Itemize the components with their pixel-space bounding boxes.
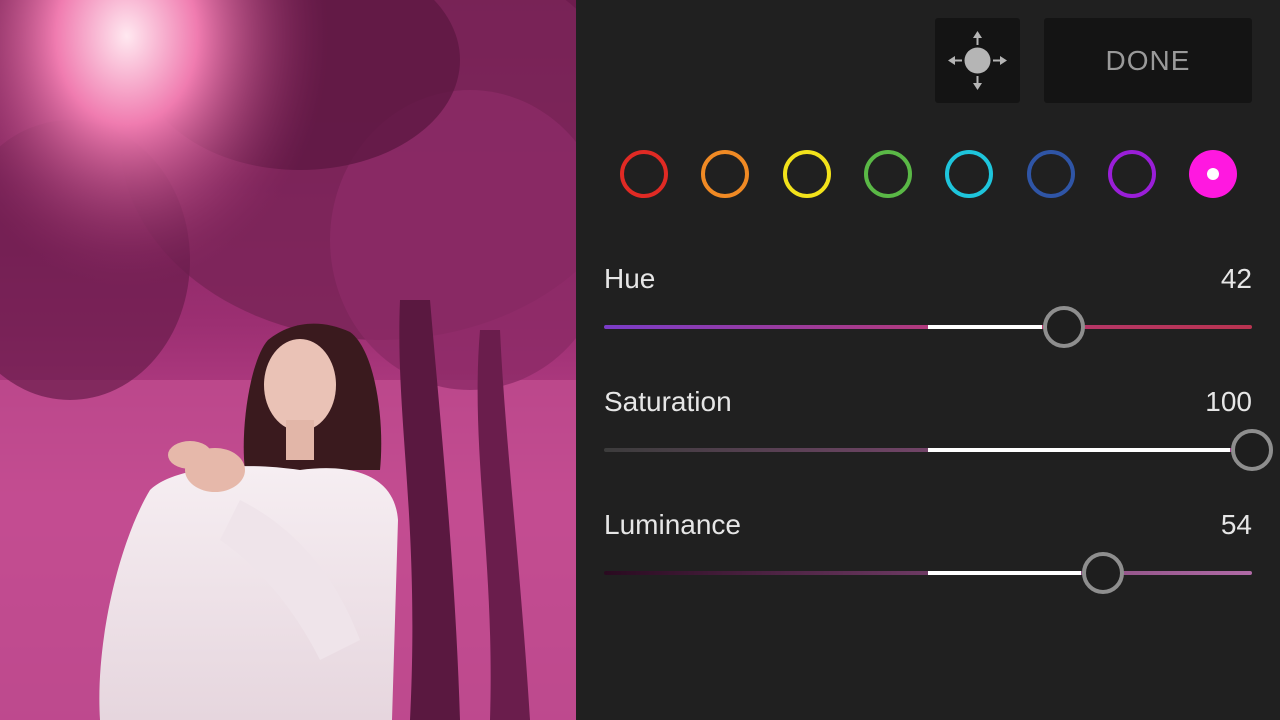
luminance-value[interactable]: 54: [1221, 508, 1252, 542]
color-mix-panel: DONE Hue 42 Saturation 100 Luminance 54: [576, 0, 1280, 720]
swatch-purple[interactable]: [1107, 150, 1156, 198]
saturation-slider-fill: [928, 448, 1230, 452]
hue-value[interactable]: 42: [1221, 262, 1252, 296]
hue-slider-fill: [928, 325, 1043, 329]
swatch-red[interactable]: [620, 150, 668, 198]
swatch-aqua[interactable]: [945, 150, 994, 198]
swatch-magenta[interactable]: [1189, 150, 1238, 198]
selected-dot-icon: [1207, 168, 1220, 180]
luminance-slider-thumb[interactable]: [1081, 552, 1124, 594]
hue-label: Hue: [604, 263, 656, 294]
photo-preview: [0, 0, 576, 720]
saturation-slider-row: Saturation 100: [604, 385, 1273, 475]
luminance-slider-fill: [928, 571, 1081, 575]
hue-slider-track[interactable]: [604, 306, 1252, 348]
swatch-orange[interactable]: [701, 150, 750, 198]
hue-slider-row: Hue 42: [604, 262, 1252, 352]
luminance-slider-track[interactable]: [604, 552, 1252, 594]
done-button[interactable]: DONE: [1044, 18, 1252, 103]
luminance-slider-row: Luminance 54: [604, 508, 1252, 598]
swatch-yellow[interactable]: [782, 150, 831, 198]
target-adjust-button[interactable]: [935, 18, 1020, 103]
move-arrows-icon: [948, 31, 1007, 90]
saturation-slider-thumb[interactable]: [1231, 429, 1273, 471]
swatch-green[interactable]: [863, 150, 912, 198]
saturation-label: Saturation: [604, 386, 732, 417]
saturation-value[interactable]: 100: [1205, 385, 1252, 419]
portrait-image: [0, 0, 576, 720]
swatch-blue[interactable]: [1026, 150, 1075, 198]
color-swatch-row: [576, 150, 1280, 200]
luminance-label: Luminance: [604, 509, 741, 540]
saturation-slider-track[interactable]: [604, 429, 1273, 471]
hue-slider-thumb[interactable]: [1043, 306, 1086, 348]
